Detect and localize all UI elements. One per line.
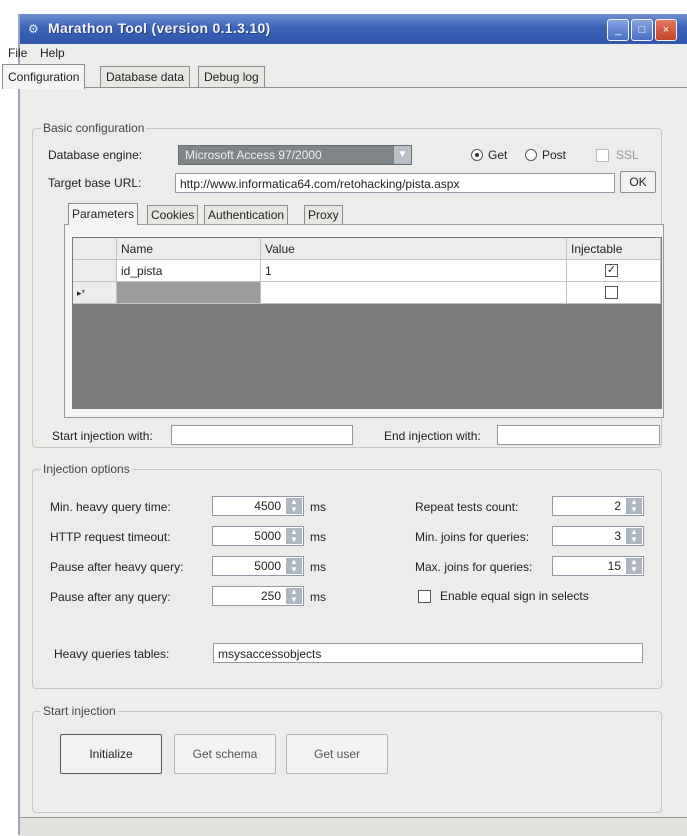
tab-debug-log[interactable]: Debug log <box>198 66 265 87</box>
pause-after-any-query-input[interactable]: 250 ▲ ▼ <box>212 586 304 606</box>
spin-arrows-icon[interactable]: ▲ ▼ <box>626 498 642 514</box>
cell-injectable: ✓ <box>567 260 661 282</box>
cell-name[interactable]: id_pista <box>117 260 261 282</box>
initialize-button[interactable]: Initialize <box>60 734 162 774</box>
pause-after-heavy-query-label: Pause after heavy query: <box>50 560 184 574</box>
tab-authentication[interactable]: Authentication <box>204 205 289 224</box>
column-header-value[interactable]: Value <box>261 238 567 260</box>
grid-corner <box>73 238 117 260</box>
min-joins-input[interactable]: 3 ▲ ▼ <box>552 526 644 546</box>
target-url-label: Target base URL: <box>48 176 142 190</box>
equal-sign-checkbox[interactable] <box>418 590 431 603</box>
injection-options-legend: Injection options <box>41 462 132 476</box>
menu-bar: File Help <box>8 44 687 64</box>
pause-after-heavy-query-value: 5000 <box>254 559 281 573</box>
parameters-grid[interactable]: Name Value Injectable id_pista 1 ✓ ▸* <box>72 237 662 409</box>
post-radio-label: Post <box>542 148 567 162</box>
max-joins-input[interactable]: 15 ▲ ▼ <box>552 556 644 576</box>
spin-arrows-icon[interactable]: ▲ ▼ <box>626 558 642 574</box>
column-header-name[interactable]: Name <box>117 238 261 260</box>
injectable-checkbox[interactable]: ✓ <box>605 264 618 277</box>
new-row-value-cell[interactable] <box>261 282 567 304</box>
maximize-button[interactable]: □ <box>631 19 653 41</box>
min-joins-value: 3 <box>614 529 621 543</box>
repeat-tests-count-input[interactable]: 2 ▲ ▼ <box>552 496 644 516</box>
repeat-tests-count-value: 2 <box>614 499 621 513</box>
main-window: ⚙ Marathon Tool (version 0.1.3.10) _ □ ×… <box>2 14 687 836</box>
row-header[interactable] <box>73 260 117 282</box>
column-header-injectable[interactable]: Injectable <box>567 238 661 260</box>
end-injection-with-label: End injection with: <box>384 429 481 443</box>
pause-after-any-query-label: Pause after any query: <box>50 590 171 604</box>
equal-sign-label: Enable equal sign in selects <box>440 589 589 603</box>
end-injection-with-input[interactable] <box>497 425 660 445</box>
ms-unit-label: ms <box>310 500 326 514</box>
new-row-injectable-checkbox[interactable] <box>605 286 618 299</box>
close-button[interactable]: × <box>655 19 677 41</box>
cell-value[interactable]: 1 <box>261 260 567 282</box>
min-heavy-query-time-value: 4500 <box>254 499 281 513</box>
database-engine-value: Microsoft Access 97/2000 <box>185 148 322 162</box>
menu-help[interactable]: Help <box>40 46 65 60</box>
min-heavy-query-time-label: Min. heavy query time: <box>50 500 171 514</box>
max-joins-value: 15 <box>607 559 621 573</box>
get-radio-label: Get <box>488 148 508 162</box>
pause-after-heavy-query-input[interactable]: 5000 ▲ ▼ <box>212 556 304 576</box>
start-injection-legend: Start injection <box>41 704 118 718</box>
window-title: Marathon Tool (version 0.1.3.10) <box>48 20 271 36</box>
target-url-input[interactable]: http://www.informatica64.com/retohacking… <box>175 173 615 193</box>
status-bar <box>20 817 687 836</box>
spin-arrows-icon[interactable]: ▲ ▼ <box>286 588 302 604</box>
chevron-down-icon[interactable]: ▼ <box>394 146 411 164</box>
heavy-queries-tables-label: Heavy queries tables: <box>54 647 170 661</box>
ms-unit-label: ms <box>310 530 326 544</box>
max-joins-label: Max. joins for queries: <box>415 560 533 574</box>
new-row-injectable-cell <box>567 282 661 304</box>
min-joins-label: Min. joins for queries: <box>415 530 530 544</box>
get-schema-button[interactable]: Get schema <box>174 734 276 774</box>
ssl-label: SSL <box>616 148 639 162</box>
get-user-button[interactable]: Get user <box>286 734 388 774</box>
spin-arrows-icon[interactable]: ▲ ▼ <box>626 528 642 544</box>
heavy-queries-tables-input[interactable]: msysaccessobjects <box>213 643 643 663</box>
min-heavy-query-time-input[interactable]: 4500 ▲ ▼ <box>212 496 304 516</box>
new-row-marker[interactable]: ▸* <box>73 282 117 304</box>
tab-configuration[interactable]: Configuration <box>2 64 86 89</box>
get-radio[interactable] <box>471 149 483 161</box>
database-engine-label: Database engine: <box>48 148 143 162</box>
spin-arrows-icon[interactable]: ▲ ▼ <box>286 498 302 514</box>
new-row-name-cell[interactable] <box>117 282 261 304</box>
spin-arrows-icon[interactable]: ▲ ▼ <box>286 528 302 544</box>
minimize-button[interactable]: _ <box>607 19 629 41</box>
http-request-timeout-input[interactable]: 5000 ▲ ▼ <box>212 526 304 546</box>
database-engine-select[interactable]: Microsoft Access 97/2000 ▼ <box>178 145 412 165</box>
ms-unit-label: ms <box>310 560 326 574</box>
title-bar[interactable]: ⚙ Marathon Tool (version 0.1.3.10) _ □ × <box>20 14 687 44</box>
ok-button[interactable]: OK <box>620 171 656 193</box>
menu-file[interactable]: File <box>8 46 27 60</box>
repeat-tests-count-label: Repeat tests count: <box>415 500 519 514</box>
tab-proxy[interactable]: Proxy <box>304 205 343 224</box>
spin-arrows-icon[interactable]: ▲ ▼ <box>286 558 302 574</box>
http-request-timeout-label: HTTP request timeout: <box>50 530 171 544</box>
pause-after-any-query-value: 250 <box>260 589 281 603</box>
ssl-checkbox[interactable] <box>596 149 609 162</box>
app-icon: ⚙ <box>28 22 39 36</box>
basic-configuration-legend: Basic configuration <box>41 121 147 135</box>
post-radio[interactable] <box>525 149 537 161</box>
ms-unit-label: ms <box>310 590 326 604</box>
start-injection-with-label: Start injection with: <box>52 429 153 443</box>
tab-cookies[interactable]: Cookies <box>147 205 199 224</box>
start-injection-with-input[interactable] <box>171 425 353 445</box>
tab-parameters[interactable]: Parameters <box>68 203 139 225</box>
configuration-panel: Basic configuration Database engine: Mic… <box>20 87 687 818</box>
http-request-timeout-value: 5000 <box>254 529 281 543</box>
tab-database-data[interactable]: Database data <box>100 66 191 87</box>
